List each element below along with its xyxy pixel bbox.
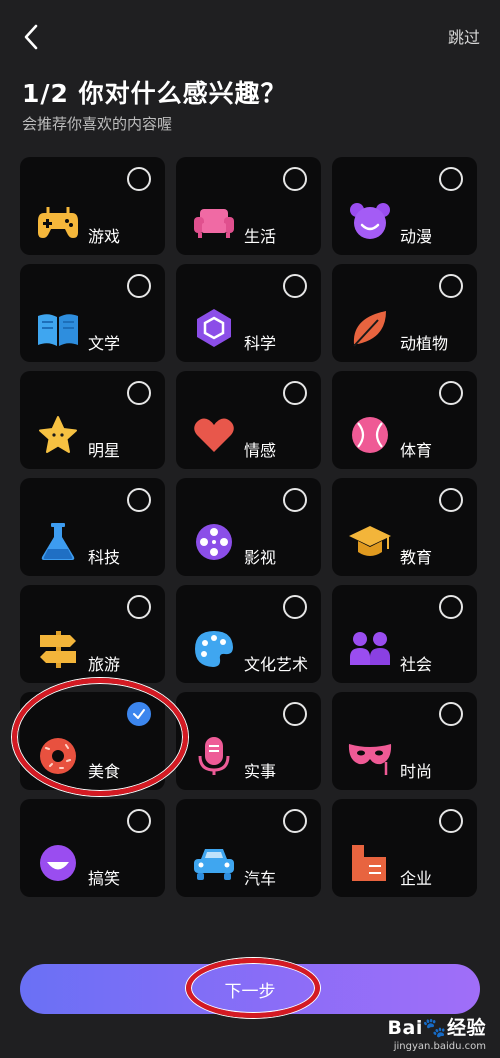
select-radio[interactable] [283,274,307,298]
select-radio[interactable] [283,595,307,619]
category-card-food[interactable]: 美食 [20,692,165,790]
category-label: 文化艺术 [244,655,309,674]
back-button[interactable] [18,20,48,54]
select-radio[interactable] [127,809,151,833]
category-label: 实事 [244,762,277,781]
category-card-current-affairs[interactable]: 实事 [176,692,321,790]
select-radio-checked[interactable] [127,702,151,726]
category-label: 科技 [88,548,121,567]
category-label: 教育 [400,548,433,567]
select-radio[interactable] [283,702,307,726]
watermark-url: jingyan.baidu.com [393,1041,486,1052]
select-radio[interactable] [439,809,463,833]
car-icon [194,849,234,880]
select-radio[interactable] [127,167,151,191]
select-radio[interactable] [127,381,151,405]
category-grid: 游戏 生活 动漫 文学 科学 动植物 明星 情感 体育 科技 影视 教育 旅游 … [20,157,477,897]
microphone-icon [198,737,230,775]
category-card-literature[interactable]: 文学 [20,264,165,362]
category-card-celebrity[interactable]: 明星 [20,371,165,469]
select-radio[interactable] [283,381,307,405]
select-radio[interactable] [127,274,151,298]
select-radio[interactable] [439,274,463,298]
category-label: 游戏 [88,227,121,246]
category-label: 体育 [400,441,433,460]
page-subtitle: 会推荐你喜欢的内容喔 [22,115,173,133]
page-title: 1/2 你对什么感兴趣？ [22,79,287,108]
category-label: 生活 [244,227,277,246]
laughing-face-icon [40,845,76,881]
select-radio[interactable] [283,809,307,833]
select-radio[interactable] [439,702,463,726]
category-card-anime[interactable]: 动漫 [332,157,477,255]
mask-icon [348,744,392,775]
category-label: 汽车 [244,869,277,888]
ball-icon [352,417,388,453]
category-label: 明星 [88,441,121,460]
hexagon-molecule-icon [197,309,231,347]
category-label: 旅游 [88,655,121,674]
watermark-logo: Bai🐾经验 [387,1017,486,1039]
category-label: 时尚 [400,762,433,781]
next-step-button[interactable]: 下一步 [20,964,480,1014]
select-radio[interactable] [127,595,151,619]
open-book-icon [38,314,78,346]
category-card-science[interactable]: 科学 [176,264,321,362]
category-card-technology[interactable]: 科技 [20,478,165,576]
category-card-culture-art[interactable]: 文化艺术 [176,585,321,683]
category-label: 科学 [244,334,277,353]
category-label: 社会 [400,655,433,674]
film-reel-icon [196,524,232,560]
signpost-icon [40,631,76,668]
category-card-emotion[interactable]: 情感 [176,371,321,469]
category-label: 动植物 [400,334,449,353]
skip-button[interactable]: 跳过 [448,24,480,48]
category-label: 影视 [244,548,277,567]
palette-icon [195,631,233,667]
category-card-society[interactable]: 社会 [332,585,477,683]
chevron-left-icon [24,24,38,50]
select-radio[interactable] [283,167,307,191]
select-radio[interactable] [439,488,463,512]
category-card-cars[interactable]: 汽车 [176,799,321,897]
category-card-life[interactable]: 生活 [176,157,321,255]
category-label: 美食 [88,762,121,781]
building-icon [352,845,386,881]
select-radio[interactable] [127,488,151,512]
category-card-fashion[interactable]: 时尚 [332,692,477,790]
category-card-funny[interactable]: 搞笑 [20,799,165,897]
interest-selection-screen: 跳过 1/2 你对什么感兴趣？ 会推荐你喜欢的内容喔 游戏 生活 动漫 文学 科… [0,0,500,1058]
category-card-travel[interactable]: 旅游 [20,585,165,683]
category-card-sports[interactable]: 体育 [332,371,477,469]
heart-icon [194,418,234,452]
flask-icon [41,523,75,560]
gamepad-icon [38,207,78,238]
category-label: 动漫 [400,227,433,246]
check-icon [133,709,145,719]
category-label: 企业 [400,869,433,888]
select-radio[interactable] [439,381,463,405]
sofa-icon [194,209,234,238]
category-card-games[interactable]: 游戏 [20,157,165,255]
category-label: 搞笑 [88,869,121,888]
leaf-icon [353,311,386,347]
category-card-education[interactable]: 教育 [332,478,477,576]
select-radio[interactable] [439,595,463,619]
category-card-film-tv[interactable]: 影视 [176,478,321,576]
donut-icon [40,738,76,774]
graduation-cap-icon [349,526,391,556]
cartoon-face-icon [350,203,390,239]
people-icon [350,632,390,665]
category-card-animals-plants[interactable]: 动植物 [332,264,477,362]
star-icon [39,416,77,453]
category-label: 情感 [244,441,277,460]
category-card-enterprise[interactable]: 企业 [332,799,477,897]
baidu-jingyan-watermark: Bai🐾经验 jingyan.baidu.com [388,1013,486,1052]
select-radio[interactable] [283,488,307,512]
category-label: 文学 [88,334,121,353]
select-radio[interactable] [439,167,463,191]
